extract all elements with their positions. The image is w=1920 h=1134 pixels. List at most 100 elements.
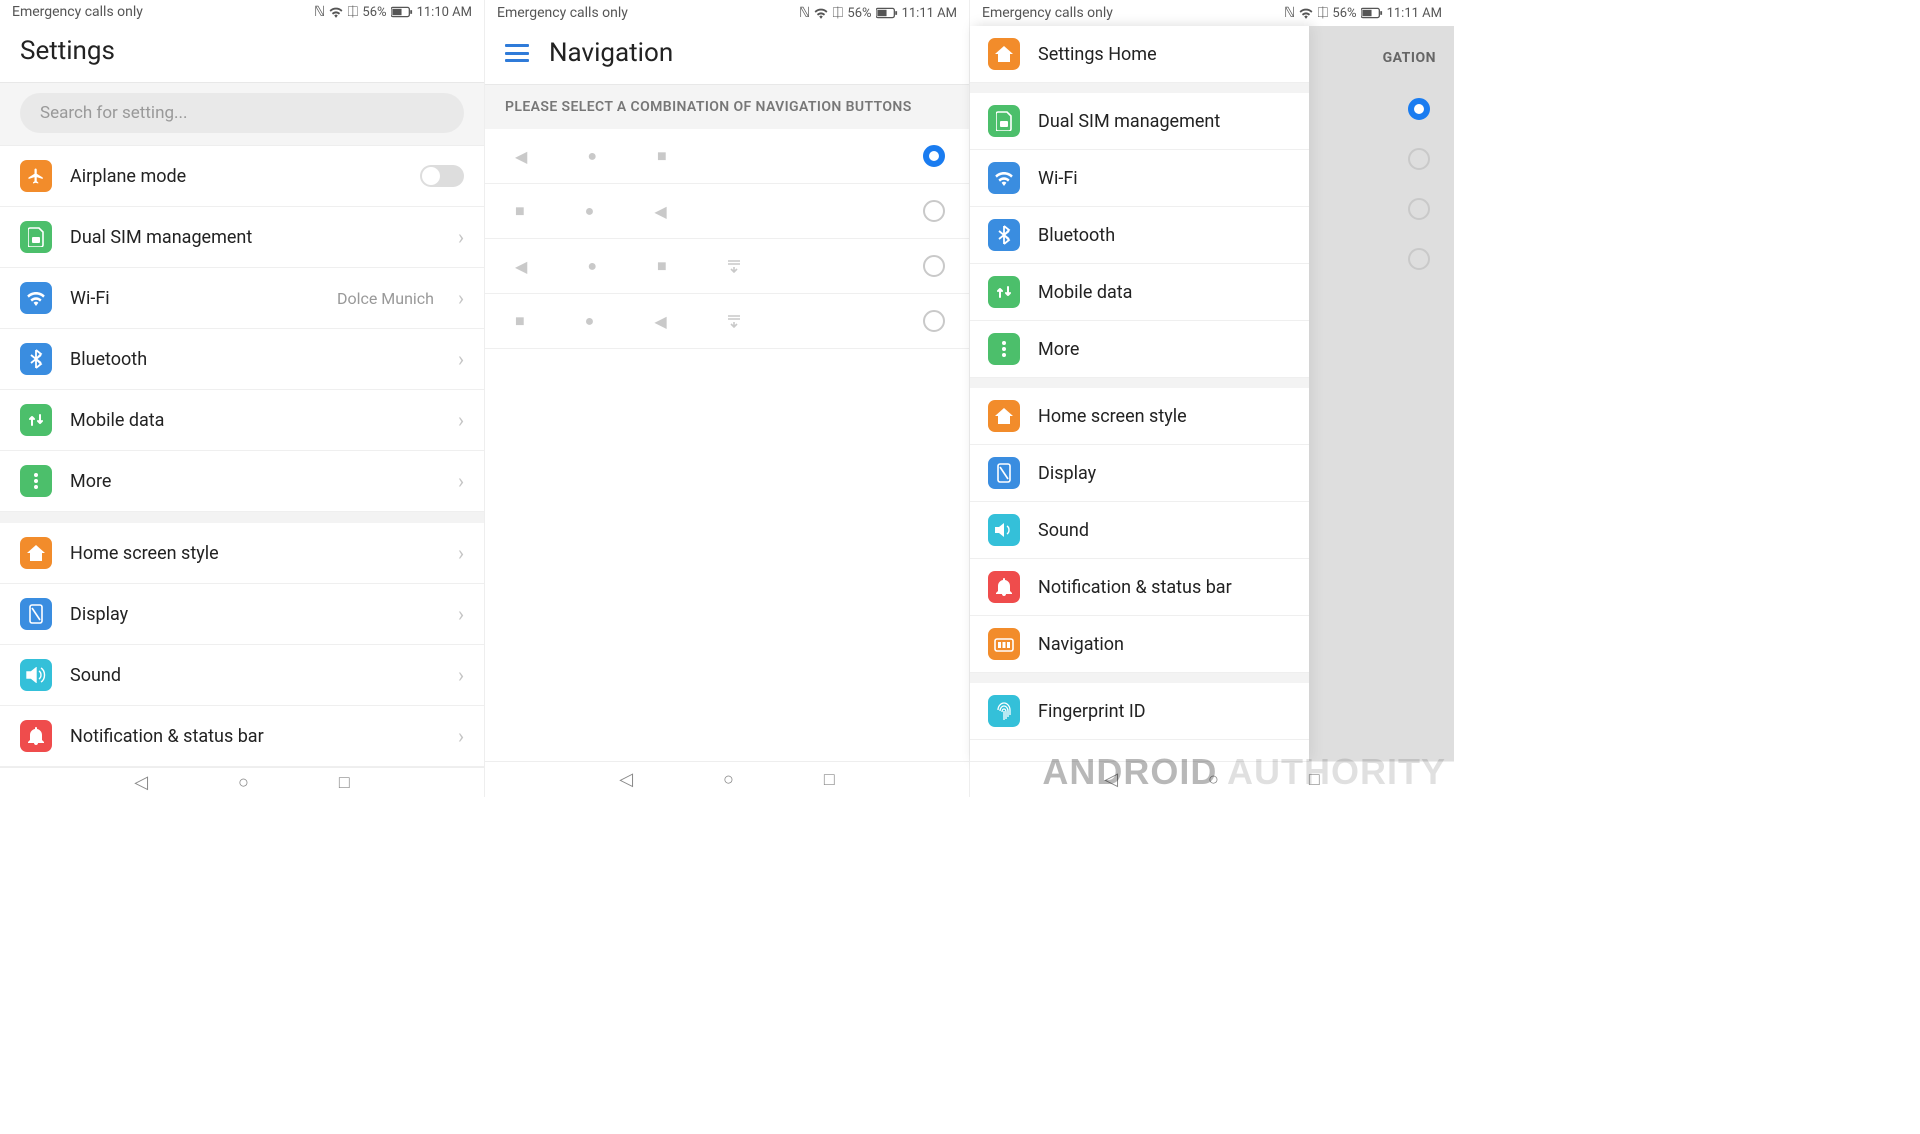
drawer-bluetooth[interactable]: Bluetooth: [970, 207, 1309, 264]
row-value: Dolce Munich: [337, 289, 434, 308]
row-notification[interactable]: Notification & status bar ›: [0, 706, 484, 767]
square-icon: ■: [515, 311, 525, 331]
drawer-label: Dual SIM management: [1038, 111, 1291, 132]
radio: [1408, 248, 1430, 270]
chevron-right-icon: ›: [458, 663, 464, 687]
drawer-navigation[interactable]: Navigation: [970, 616, 1309, 673]
row-bluetooth[interactable]: Bluetooth ›: [0, 329, 484, 390]
status-carrier: Emergency calls only: [12, 4, 143, 20]
drawer-mobiledata[interactable]: Mobile data: [970, 264, 1309, 321]
nav-option-1[interactable]: ◀ ● ■ ■: [485, 129, 969, 184]
notification-pulldown-icon: [727, 259, 741, 273]
row-sound[interactable]: Sound ›: [0, 645, 484, 706]
section-gap: [970, 378, 1309, 388]
nfc-icon: ℕ: [314, 4, 325, 20]
back-button[interactable]: ◁: [619, 769, 633, 790]
chevron-right-icon: ›: [458, 602, 464, 626]
radio[interactable]: [923, 200, 945, 222]
row-label: Home screen style: [70, 543, 440, 564]
drawer-label: Navigation: [1038, 634, 1291, 655]
drawer-overlay: Settings Home Dual SIM management Wi-Fi: [970, 26, 1454, 761]
hamburger-button[interactable]: [505, 44, 529, 62]
circle-icon: ●: [585, 311, 595, 331]
bluetooth-icon: [20, 343, 52, 375]
airplane-icon: [20, 160, 52, 192]
drawer-label: Home screen style: [1038, 406, 1291, 427]
radio-selected: [1408, 98, 1430, 120]
nav-subtitle: PLEASE SELECT A COMBINATION OF NAVIGATIO…: [485, 85, 969, 129]
drawer-wifi[interactable]: Wi-Fi: [970, 150, 1309, 207]
radio[interactable]: [923, 310, 945, 332]
recent-button[interactable]: □: [824, 769, 835, 790]
bell-icon: [988, 571, 1020, 603]
section-gap: [970, 673, 1309, 683]
home-icon: [988, 38, 1020, 70]
triangle-left-icon: ◀: [515, 147, 527, 166]
back-button[interactable]: ◁: [134, 772, 148, 793]
nav-combo: ■ ● ◀ ■: [515, 201, 923, 221]
search-input[interactable]: Search for setting...: [20, 93, 464, 133]
row-display[interactable]: Display ›: [0, 584, 484, 645]
radio: [1408, 198, 1430, 220]
drawer-label: More: [1038, 339, 1291, 360]
battery-icon: [876, 7, 898, 19]
recent-button[interactable]: □: [339, 772, 350, 793]
phone-screen-drawer: Emergency calls only ℕ ⎅ 56% 11:11 AM: [970, 0, 1454, 797]
drawer-homescreen[interactable]: Home screen style: [970, 388, 1309, 445]
row-mobiledata[interactable]: Mobile data ›: [0, 390, 484, 451]
display-icon: [20, 598, 52, 630]
home-button[interactable]: ○: [1208, 769, 1219, 790]
radio[interactable]: [923, 255, 945, 277]
status-time: 11:10 AM: [417, 5, 472, 20]
drawer-fingerprint[interactable]: Fingerprint ID: [970, 683, 1309, 740]
drawer-sound[interactable]: Sound: [970, 502, 1309, 559]
sound-icon: [20, 659, 52, 691]
home-button[interactable]: ○: [723, 769, 734, 790]
partial-header-text: GATION: [1309, 26, 1454, 84]
drawer-dualsim[interactable]: Dual SIM management: [970, 93, 1309, 150]
status-carrier: Emergency calls only: [982, 5, 1113, 21]
status-carrier: Emergency calls only: [497, 5, 628, 21]
drawer-settings-home[interactable]: Settings Home: [970, 26, 1309, 83]
drawer-notification[interactable]: Notification & status bar: [970, 559, 1309, 616]
search-wrap: Search for setting...: [0, 83, 484, 146]
triangle-left-icon: ◀: [654, 312, 666, 331]
back-button[interactable]: ◁: [1104, 769, 1118, 790]
drawer-label: Sound: [1038, 520, 1291, 541]
nav-option-3[interactable]: ◀ ● ■: [485, 239, 969, 294]
home-button[interactable]: ○: [238, 772, 249, 793]
drawer-display[interactable]: Display: [970, 445, 1309, 502]
system-nav-bar: ◁ ○ □: [485, 761, 969, 797]
row-homescreen[interactable]: Home screen style ›: [0, 523, 484, 584]
row-more[interactable]: More ›: [0, 451, 484, 512]
nav-option-2[interactable]: ■ ● ◀ ■: [485, 184, 969, 239]
battery-percent: 56%: [847, 6, 871, 21]
status-right: ℕ ⎅ 56% 11:10 AM: [314, 4, 472, 20]
row-airplane[interactable]: Airplane mode: [0, 146, 484, 207]
drawer-more[interactable]: More: [970, 321, 1309, 378]
section-gap: [970, 83, 1309, 93]
chevron-right-icon: ›: [458, 408, 464, 432]
wifi-icon: [1299, 7, 1313, 19]
bluetooth-icon: [988, 219, 1020, 251]
row-label: Airplane mode: [70, 166, 402, 187]
drawer-label: Display: [1038, 463, 1291, 484]
circle-icon: ●: [587, 256, 597, 276]
wifi-icon: [329, 6, 343, 18]
status-right: ℕ ⎅ 56% 11:11 AM: [1284, 5, 1442, 21]
battery-icon: [391, 6, 413, 18]
row-label: Mobile data: [70, 410, 440, 431]
row-dualsim[interactable]: Dual SIM management ›: [0, 207, 484, 268]
page-title: Navigation: [549, 38, 673, 68]
airplane-toggle[interactable]: [420, 165, 464, 187]
sim-icon: ⎅: [347, 4, 358, 20]
wifi-icon: [20, 282, 52, 314]
nav-option-4[interactable]: ■ ● ◀: [485, 294, 969, 349]
phone-screen-navigation: Emergency calls only ℕ ⎅ 56% 11:11 AM Na…: [485, 0, 970, 797]
row-wifi[interactable]: Wi-Fi Dolce Munich ›: [0, 268, 484, 329]
home-icon: [20, 537, 52, 569]
dimmed-background[interactable]: GATION: [1309, 26, 1454, 761]
recent-button[interactable]: □: [1309, 769, 1320, 790]
row-label: Dual SIM management: [70, 227, 440, 248]
radio-selected[interactable]: [923, 145, 945, 167]
